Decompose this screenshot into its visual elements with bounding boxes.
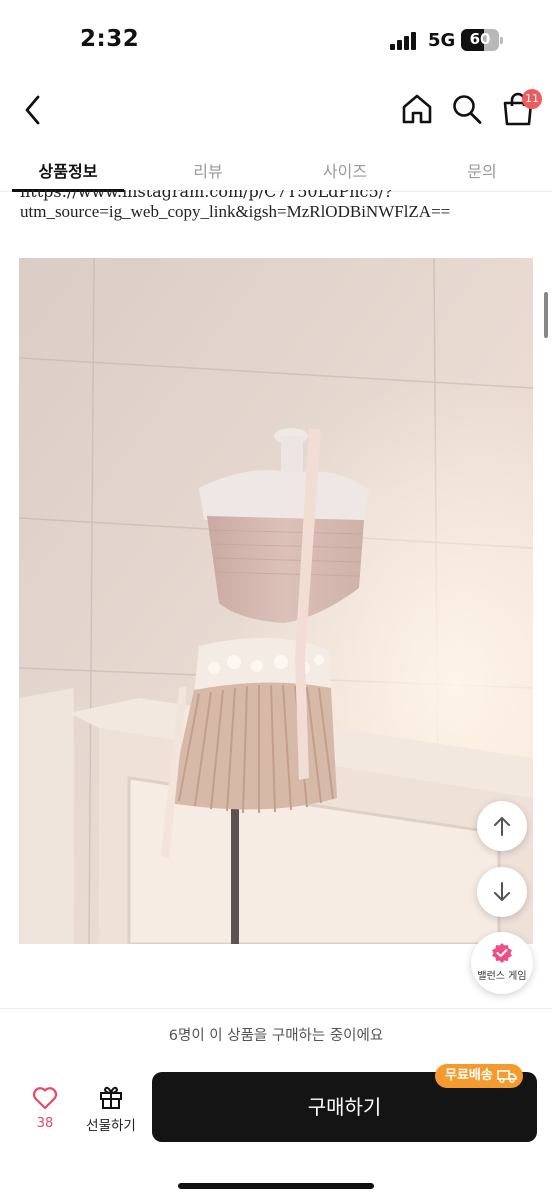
tab-inquiry[interactable]: 문의 bbox=[422, 158, 542, 182]
cart-count-badge: 11 bbox=[522, 89, 542, 109]
verified-badge-icon bbox=[492, 943, 512, 963]
back-button[interactable] bbox=[18, 92, 50, 128]
arrow-down-icon bbox=[494, 882, 510, 901]
tab-product-info[interactable]: 상품정보 bbox=[8, 158, 128, 182]
scroll-up-button[interactable] bbox=[477, 801, 527, 851]
free-shipping-label: 무료배송 bbox=[445, 1068, 493, 1083]
battery-percent: 60 bbox=[469, 30, 491, 48]
gift-label: 선물하기 bbox=[86, 1118, 136, 1134]
scroll-down-button[interactable] bbox=[477, 867, 527, 917]
search-icon bbox=[453, 95, 482, 124]
arrow-up-icon bbox=[494, 817, 510, 836]
like-button[interactable]: 38 bbox=[22, 1084, 68, 1134]
home-indicator[interactable] bbox=[178, 1183, 374, 1189]
mannequin-skirt-image bbox=[19, 258, 533, 944]
link-line-1: https://www.instagram.com/p/C7T50LdPhc5/… bbox=[20, 190, 393, 201]
gift-button[interactable]: 선물하기 bbox=[80, 1082, 142, 1134]
free-shipping-badge: 무료배송 bbox=[435, 1064, 523, 1088]
product-photo bbox=[19, 258, 533, 944]
instagram-link-text[interactable]: https://www.instagram.com/p/C7T50LdPhc5/… bbox=[20, 190, 540, 232]
scroll-indicator[interactable] bbox=[544, 292, 548, 338]
battery-tip bbox=[500, 37, 503, 44]
product-tabs: 상품정보 리뷰 사이즈 문의 bbox=[0, 148, 552, 192]
network-type: 5G bbox=[428, 30, 456, 51]
search-button[interactable] bbox=[451, 92, 483, 126]
battery-icon: 60 bbox=[461, 29, 499, 51]
gift-icon bbox=[100, 1086, 122, 1109]
tab-size[interactable]: 사이즈 bbox=[285, 158, 405, 182]
balance-game-label: 밸런스 게임 bbox=[477, 971, 527, 982]
balance-game-button[interactable]: 밸런스 게임 bbox=[471, 932, 533, 994]
status-time: 2:32 bbox=[80, 26, 140, 52]
delivery-truck-icon bbox=[497, 1070, 517, 1083]
home-icon bbox=[402, 94, 432, 124]
like-count: 38 bbox=[36, 1116, 54, 1131]
link-line-2: utm_source=ig_web_copy_link&igsh=MzRlODB… bbox=[20, 202, 451, 221]
top-navigation bbox=[0, 82, 552, 138]
heart-icon bbox=[32, 1087, 58, 1110]
status-bar: 2:32 5G 60 bbox=[0, 0, 552, 82]
tab-reviews[interactable]: 리뷰 bbox=[148, 158, 268, 182]
live-buyers-text: 6명이 이 상품을 구매하는 중이에요 bbox=[168, 1028, 384, 1044]
cellular-signal-icon bbox=[390, 32, 420, 50]
chevron-left-icon bbox=[25, 95, 40, 125]
home-button[interactable] bbox=[400, 92, 434, 126]
